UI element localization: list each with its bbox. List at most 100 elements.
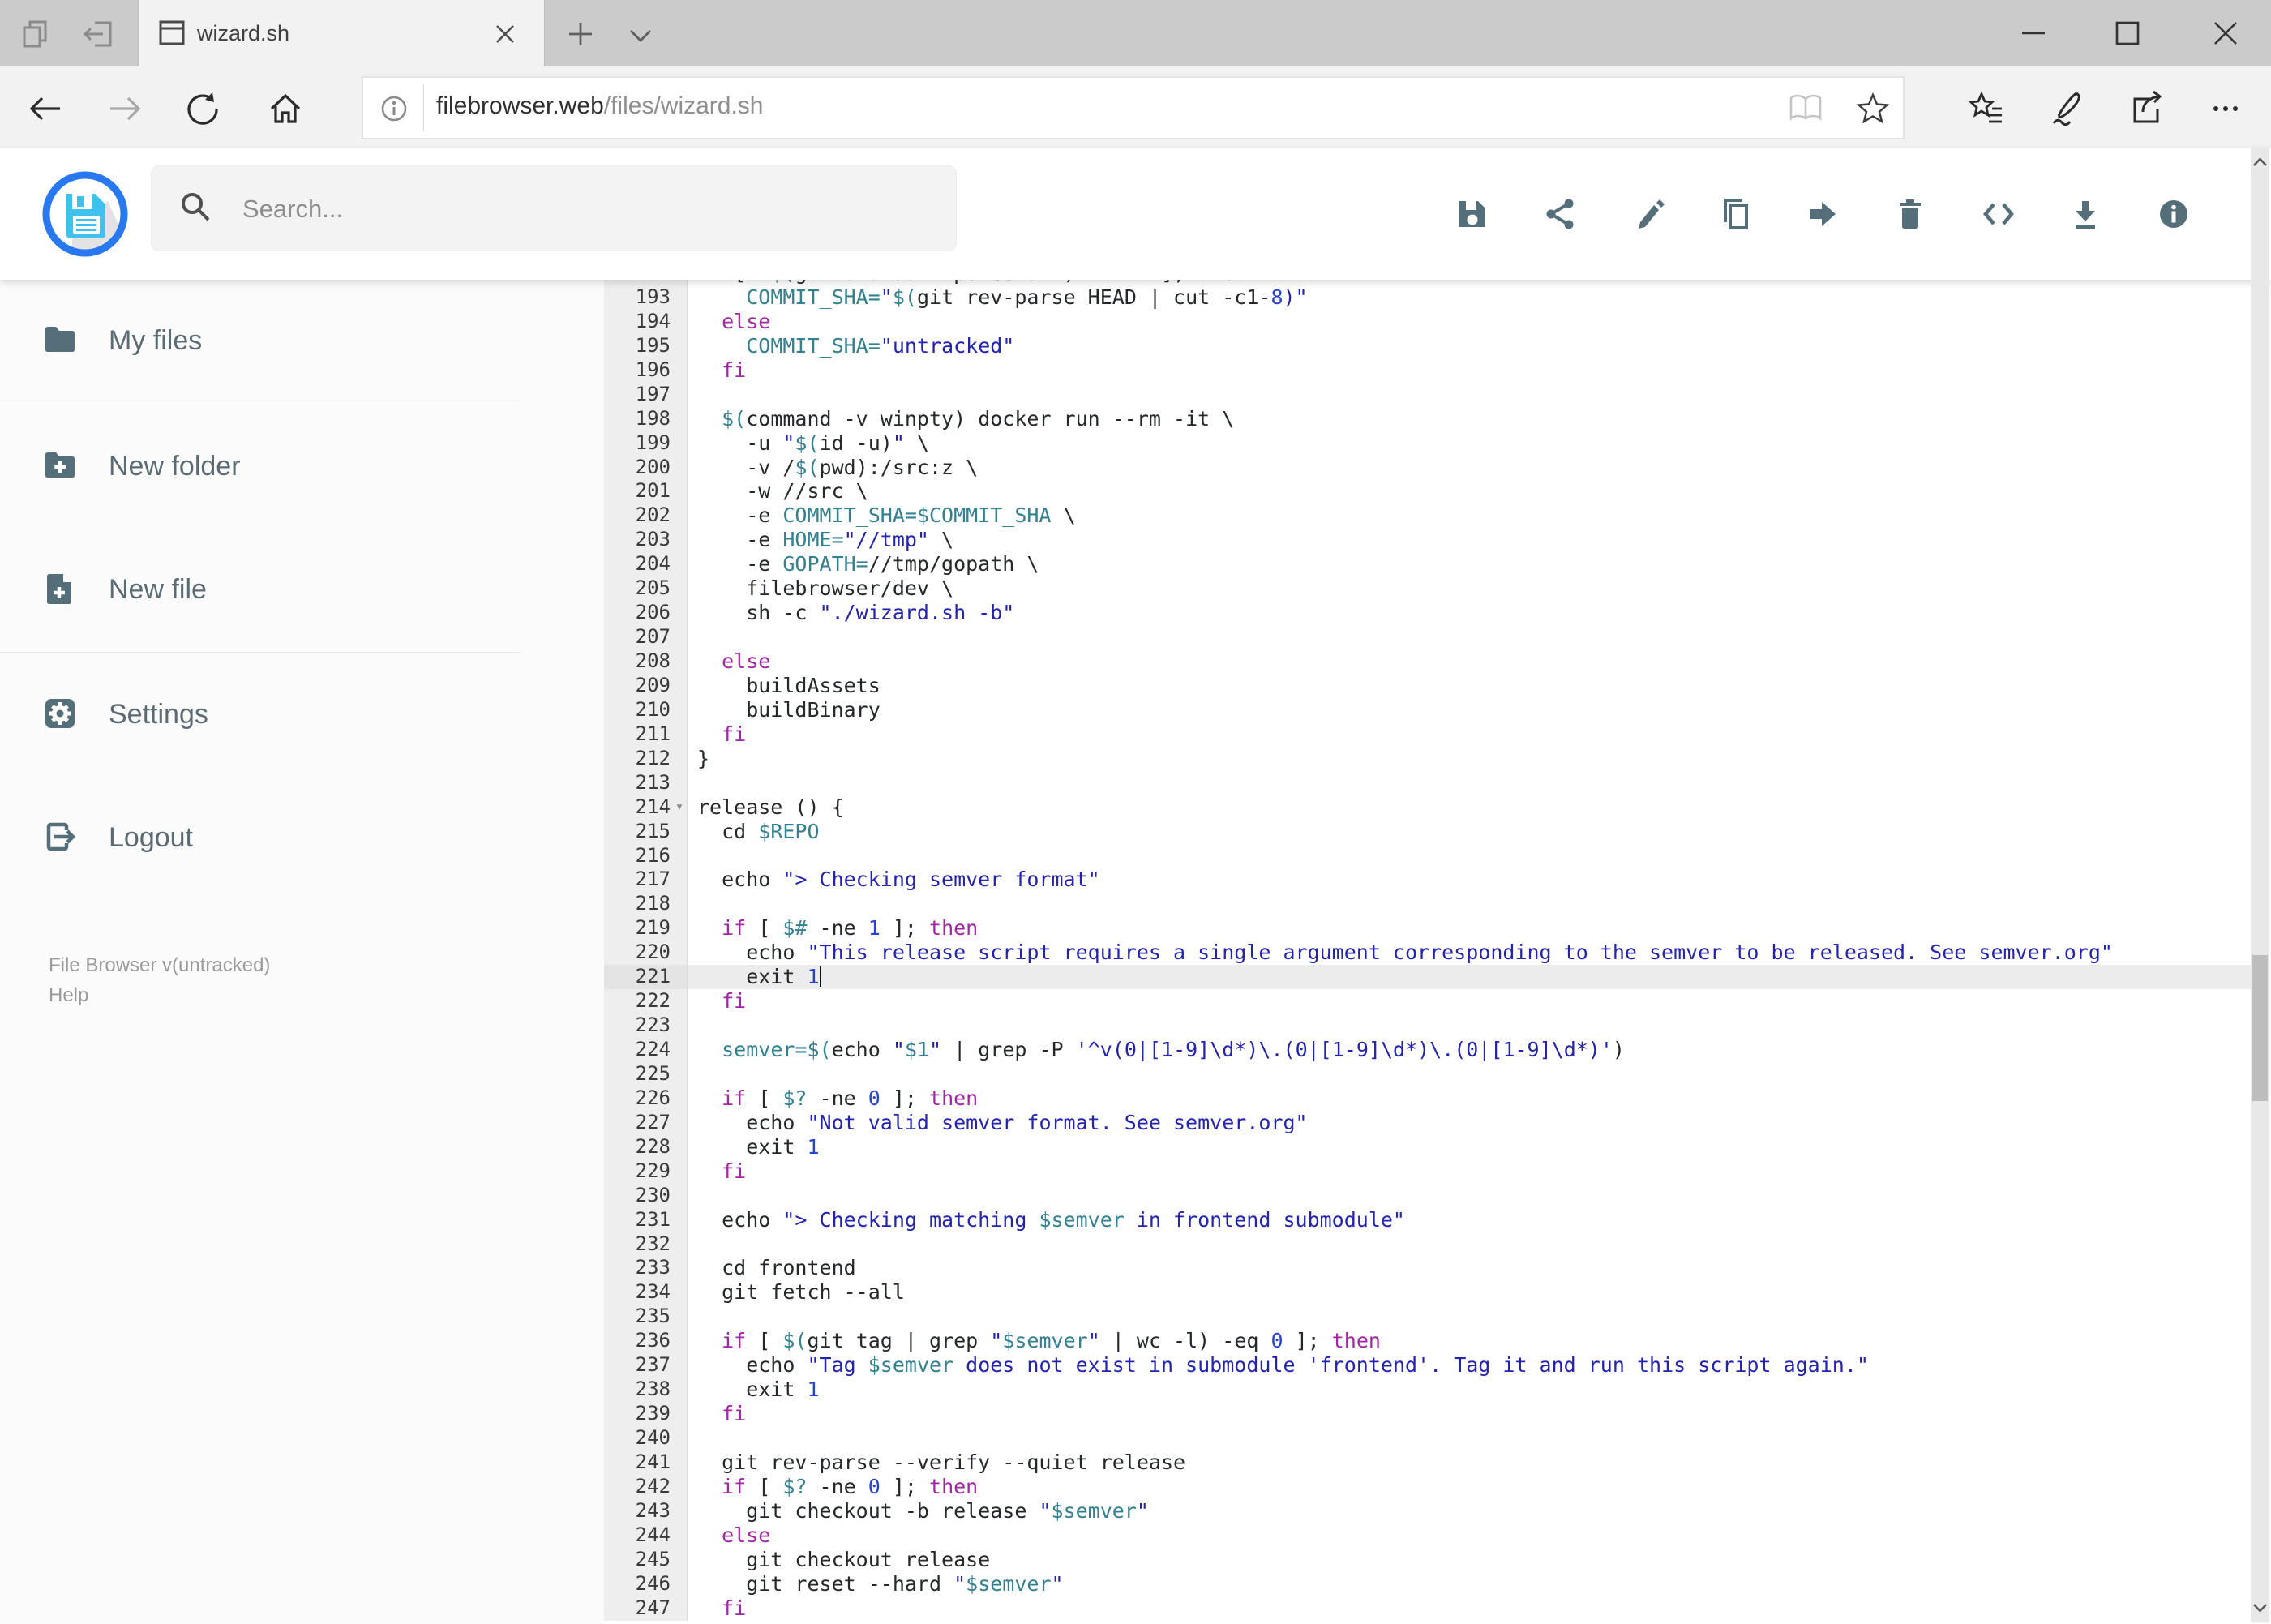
sidebar-item-new-folder[interactable]: New folder xyxy=(0,444,568,488)
code-line[interactable]: 211 fi xyxy=(604,722,2252,747)
code-line[interactable]: 197 xyxy=(604,382,2252,407)
scrollbar-thumb[interactable] xyxy=(2252,955,2268,1101)
code-line[interactable]: 225 xyxy=(604,1061,2252,1086)
code-line[interactable]: 238 exit 1 xyxy=(604,1378,2252,1403)
code-line[interactable]: 206 sh -c "./wizard.sh -b" xyxy=(604,601,2252,626)
code-line[interactable]: 199 -u "$(id -u)" \ xyxy=(604,431,2252,456)
code-line[interactable]: 200 -v /$(pwd):/src:z \ xyxy=(604,455,2252,480)
code-line[interactable]: 223 xyxy=(604,1013,2252,1038)
raw-code-button[interactable] xyxy=(1981,196,2016,232)
maximize-button[interactable] xyxy=(2099,11,2156,55)
code-line[interactable]: 235 xyxy=(604,1305,2252,1330)
tab-list-chevron-icon[interactable] xyxy=(624,21,657,50)
rename-button[interactable] xyxy=(1630,196,1666,232)
minimize-button[interactable] xyxy=(2005,11,2062,55)
code-line[interactable]: 243 git checkout -b release "$semver" xyxy=(604,1498,2252,1523)
code-line[interactable]: 202 -e COMMIT_SHA=$COMMIT_SHA \ xyxy=(604,503,2252,529)
code-line[interactable]: 212} xyxy=(604,746,2252,771)
code-line[interactable]: 192if [ "$(git status --porcelain)" = ""… xyxy=(604,280,2252,285)
code-line[interactable]: 216 xyxy=(604,843,2252,868)
favorite-star-icon[interactable] xyxy=(1855,91,1891,131)
close-window-button[interactable] xyxy=(2197,11,2254,55)
code-line[interactable]: 228 exit 1 xyxy=(604,1134,2252,1159)
fold-arrow-icon[interactable]: ▾ xyxy=(672,795,687,820)
code-line[interactable]: 227 echo "Not valid semver format. See s… xyxy=(604,1110,2252,1135)
code-line[interactable]: 247 fi xyxy=(604,1596,2252,1621)
download-button[interactable] xyxy=(2067,196,2103,232)
code-line[interactable]: 240 xyxy=(604,1426,2252,1450)
code-line[interactable]: 237 echo "Tag $semver does not exist in … xyxy=(604,1353,2252,1378)
code-line[interactable]: 233 cd frontend xyxy=(604,1256,2252,1281)
scroll-down-icon[interactable] xyxy=(2252,1598,2269,1618)
code-line[interactable]: 203 -e HOME="//tmp" \ xyxy=(604,528,2252,553)
tab-preview-icon[interactable] xyxy=(19,16,54,52)
site-info-icon[interactable] xyxy=(379,94,409,127)
code-line[interactable]: 231 echo "> Checking matching $semver in… xyxy=(604,1207,2252,1232)
code-line[interactable]: 226 if [ $? -ne 0 ]; then xyxy=(604,1086,2252,1111)
code-line[interactable]: 239 fi xyxy=(604,1402,2252,1426)
address-bar[interactable]: filebrowser.web/files/wizard.sh xyxy=(362,76,1905,139)
code-line[interactable]: 201 -w //src \ xyxy=(604,479,2252,504)
code-line[interactable]: 224 semver=$(echo "$1" | grep -P '^v(0|[… xyxy=(604,1038,2252,1062)
set-tabs-aside-icon[interactable] xyxy=(80,16,116,52)
more-menu-icon[interactable] xyxy=(2206,89,2245,128)
share-icon[interactable] xyxy=(2127,89,2166,128)
back-button[interactable] xyxy=(26,89,65,128)
code-line[interactable]: 209 buildAssets xyxy=(604,673,2252,698)
page-scrollbar[interactable] xyxy=(2251,148,2269,1622)
code-line[interactable]: 208 else xyxy=(604,649,2252,674)
info-button[interactable] xyxy=(2156,196,2192,232)
share-file-button[interactable] xyxy=(1542,196,1578,232)
browser-tab[interactable]: wizard.sh xyxy=(138,0,545,66)
code-line[interactable]: 244 else xyxy=(604,1523,2252,1548)
code-line[interactable]: 194 else xyxy=(604,309,2252,334)
code-line[interactable]: 242 if [ $? -ne 0 ]; then xyxy=(604,1474,2252,1499)
forward-button[interactable] xyxy=(105,89,144,128)
code-line[interactable]: 232 xyxy=(604,1232,2252,1257)
sidebar-item-settings[interactable]: Settings xyxy=(0,692,568,736)
home-button[interactable] xyxy=(266,89,305,128)
code-line[interactable]: 245 git checkout release xyxy=(604,1547,2252,1572)
sidebar-item-new-file[interactable]: New file xyxy=(0,568,568,611)
code-editor[interactable]: 192if [ "$(git status --porcelain)" = ""… xyxy=(604,280,2252,1624)
code-line[interactable]: 229 fi xyxy=(604,1159,2252,1184)
code-line[interactable]: 214 ▾ release () { xyxy=(604,795,2252,820)
code-line[interactable]: 236 if [ $(git tag | grep "$semver" | wc… xyxy=(604,1329,2252,1354)
code-line[interactable]: 198 $(command -v winpty) docker run --rm… xyxy=(604,406,2252,431)
filebrowser-logo[interactable] xyxy=(40,169,131,264)
reading-view-icon[interactable] xyxy=(1788,92,1823,129)
code-line[interactable]: 246 git reset --hard "$semver" xyxy=(604,1571,2252,1596)
annotate-pen-icon[interactable] xyxy=(2047,89,2086,128)
code-line[interactable]: 207 xyxy=(604,625,2252,649)
code-line[interactable]: 218 xyxy=(604,892,2252,917)
code-line[interactable]: 213 xyxy=(604,770,2252,795)
code-line[interactable]: 193 COMMIT_SHA="$(git rev-parse HEAD | c… xyxy=(604,285,2252,310)
code-line[interactable]: 204 -e GOPATH=//tmp/gopath \ xyxy=(604,552,2252,577)
code-line[interactable]: 219 if [ $# -ne 1 ]; then xyxy=(604,916,2252,941)
code-line[interactable]: 215 cd $REPO xyxy=(604,819,2252,844)
code-line[interactable]: 234 git fetch --all xyxy=(604,1280,2252,1305)
hub-favorites-icon[interactable] xyxy=(1968,89,2007,128)
url-text[interactable]: filebrowser.web/files/wizard.sh xyxy=(436,92,764,120)
search-box[interactable] xyxy=(151,165,957,252)
code-line[interactable]: 195 COMMIT_SHA="untracked" xyxy=(604,333,2252,358)
new-tab-button[interactable] xyxy=(563,16,598,52)
delete-button[interactable] xyxy=(1892,196,1928,232)
code-line[interactable]: 241 git rev-parse --verify --quiet relea… xyxy=(604,1450,2252,1475)
sidebar-item-logout[interactable]: Logout xyxy=(0,816,568,859)
code-line[interactable]: 220 echo "This release script requires a… xyxy=(604,941,2252,966)
code-line[interactable]: 221 exit 1 xyxy=(604,965,2252,990)
refresh-button[interactable] xyxy=(183,89,222,128)
code-line[interactable]: 217 echo "> Checking semver format" xyxy=(604,868,2252,893)
code-line[interactable]: 196 fi xyxy=(604,358,2252,383)
code-line[interactable]: 222 fi xyxy=(604,989,2252,1014)
code-line[interactable]: 210 buildBinary xyxy=(604,697,2252,722)
scroll-up-icon[interactable] xyxy=(2252,153,2269,173)
move-button[interactable] xyxy=(1804,196,1840,232)
save-button[interactable] xyxy=(1455,196,1490,232)
sidebar-item-my-files[interactable]: My files xyxy=(0,319,568,362)
copy-button[interactable] xyxy=(1717,196,1753,232)
help-link[interactable]: Help xyxy=(49,984,88,1007)
search-input[interactable] xyxy=(241,166,925,252)
code-line[interactable]: 230 xyxy=(604,1183,2252,1208)
